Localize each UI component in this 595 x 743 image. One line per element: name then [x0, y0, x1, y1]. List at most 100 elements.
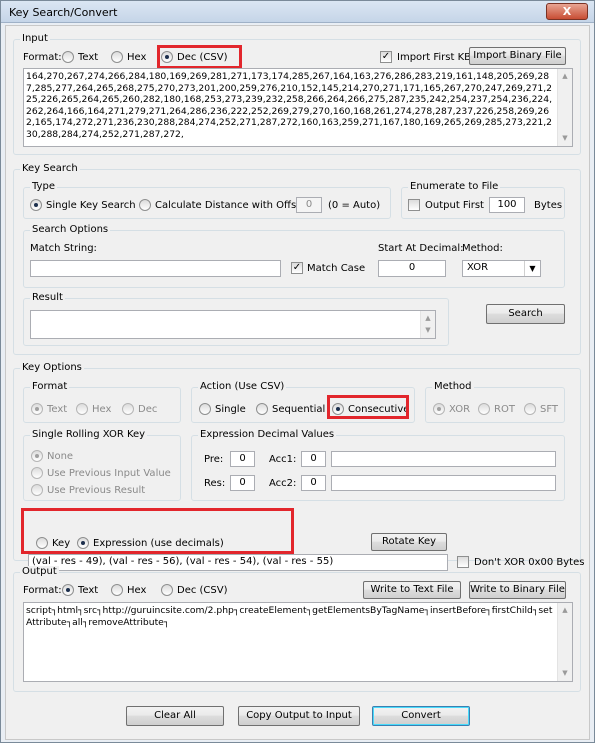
input-format-label: Format:	[23, 52, 62, 63]
highlight-box-dec-csv	[157, 45, 242, 69]
action-single-label: Single	[215, 404, 246, 415]
scroll-up-icon[interactable]: ▲	[558, 603, 572, 618]
rolling-xor-group: Single Rolling XOR Key None Use Previous…	[23, 429, 181, 501]
match-string-input[interactable]	[30, 260, 281, 277]
rolling-prev-result-radio[interactable]	[31, 484, 43, 496]
input-text: 164,270,267,274,266,284,180,169,269,281,…	[26, 71, 553, 140]
highlight-box-expression	[21, 508, 294, 554]
action-sequential-radio[interactable]	[256, 403, 268, 415]
input-legend: Input	[20, 33, 50, 45]
calculate-distance-label: Calculate Distance with Offset:	[155, 200, 310, 211]
key-method-sft-radio[interactable]	[524, 403, 536, 415]
write-text-file-button[interactable]: Write to Text File	[363, 581, 461, 599]
copy-output-button[interactable]: Copy Output to Input	[238, 706, 360, 726]
key-method-group: Method XOR ROT SFT	[425, 381, 565, 423]
rolling-none-radio[interactable]	[31, 450, 43, 462]
close-button[interactable]: X	[546, 3, 588, 20]
output-format-label: Format:	[23, 585, 62, 596]
acc1-label: Acc1:	[269, 454, 297, 465]
auto-note: (0 = Auto)	[328, 200, 381, 211]
expression-values-legend: Expression Decimal Values	[198, 429, 337, 441]
output-format-hex-label: Hex	[127, 585, 147, 596]
key-method-xor-radio[interactable]	[433, 403, 445, 415]
output-format-hex-radio[interactable]	[111, 584, 123, 596]
rolling-prev-input-radio[interactable]	[31, 467, 43, 479]
action-sequential-label: Sequential	[272, 404, 326, 415]
input-textarea[interactable]: 164,270,267,274,266,284,180,169,269,281,…	[23, 68, 573, 147]
key-method-sft-label: SFT	[540, 404, 559, 415]
scroll-down-icon[interactable]: ▼	[421, 323, 435, 338]
output-first-checkbox[interactable]	[408, 199, 420, 211]
start-at-label: Start At Decimal:	[378, 243, 464, 254]
highlight-box-consecutive	[327, 395, 409, 419]
offset-input[interactable]: 0	[296, 197, 322, 213]
rolling-prev-result-label: Use Previous Result	[47, 485, 146, 496]
start-at-input[interactable]: 0	[378, 260, 446, 277]
app-window: Key Search/Convert X Input Format: Text …	[0, 0, 595, 743]
pre-input[interactable]: 0	[230, 451, 255, 467]
acc1-input[interactable]: 0	[301, 451, 326, 467]
title-bar[interactable]: Key Search/Convert X	[1, 1, 594, 23]
res-input[interactable]: 0	[230, 475, 255, 491]
output-first-label: Output First	[425, 200, 484, 211]
write-binary-file-button[interactable]: Write to Binary File	[469, 581, 566, 599]
rolling-none-label: None	[47, 451, 74, 462]
scroll-up-icon[interactable]: ▲	[558, 69, 572, 84]
method-select-value: XOR	[467, 262, 489, 273]
output-textarea[interactable]: script┐html┐src┐http://guruincsite.com/2…	[23, 602, 573, 682]
clear-all-button[interactable]: Clear All	[126, 706, 224, 726]
key-method-xor-label: XOR	[449, 404, 471, 415]
import-first-kb-checkbox[interactable]: ✓	[380, 51, 392, 63]
action-group: Action (Use CSV) Single Sequential Conse…	[191, 381, 415, 423]
match-string-label: Match String:	[30, 243, 97, 254]
method-select[interactable]: XOR ▼	[462, 260, 541, 277]
acc1-expression-input[interactable]	[331, 451, 556, 467]
input-scrollbar[interactable]: ▲ ▼	[557, 69, 572, 146]
res-label: Res:	[204, 478, 226, 489]
scroll-down-icon[interactable]: ▼	[558, 131, 572, 146]
input-format-hex-radio[interactable]	[111, 51, 123, 63]
key-format-hex-radio[interactable]	[76, 403, 88, 415]
result-scrollbar[interactable]: ▲ ▼	[420, 311, 435, 338]
search-button[interactable]: Search	[486, 304, 565, 324]
output-first-input[interactable]: 100	[489, 197, 525, 213]
key-format-legend: Format	[30, 381, 70, 393]
import-binary-button[interactable]: Import Binary File	[469, 47, 566, 65]
input-format-text-label: Text	[78, 52, 99, 63]
rolling-xor-legend: Single Rolling XOR Key	[30, 429, 148, 441]
acc2-expression-input[interactable]	[331, 475, 556, 491]
output-format-dec-label: Dec (CSV)	[177, 585, 228, 596]
bytes-label: Bytes	[534, 200, 563, 211]
output-format-dec-radio[interactable]	[161, 584, 173, 596]
expression-input[interactable]: (val - res - 49), (val - res - 56), (val…	[28, 554, 448, 571]
rolling-prev-input-label: Use Previous Input Value	[47, 468, 171, 479]
output-format-text-radio[interactable]	[62, 584, 74, 596]
key-format-text-radio[interactable]	[31, 403, 43, 415]
key-method-legend: Method	[432, 381, 474, 393]
result-textarea[interactable]: ▲ ▼	[30, 310, 436, 339]
key-method-rot-radio[interactable]	[478, 403, 490, 415]
dont-xor-checkbox[interactable]	[457, 556, 469, 568]
output-format-text-label: Text	[78, 585, 99, 596]
key-format-dec-radio[interactable]	[122, 403, 134, 415]
expression-values-group: Expression Decimal Values Pre: 0 Acc1: 0…	[191, 429, 565, 501]
input-format-text-radio[interactable]	[62, 51, 74, 63]
calculate-distance-radio[interactable]	[139, 199, 151, 211]
single-key-search-radio[interactable]	[30, 199, 42, 211]
rotate-key-button[interactable]: Rotate Key	[371, 533, 447, 551]
match-case-checkbox[interactable]: ✓	[291, 262, 303, 274]
chevron-down-icon[interactable]: ▼	[524, 261, 540, 276]
search-options-legend: Search Options	[30, 224, 111, 236]
key-format-text-label: Text	[47, 404, 68, 415]
acc2-input[interactable]: 0	[301, 475, 326, 491]
action-legend: Action (Use CSV)	[198, 381, 287, 393]
result-group: Result ▲ ▼	[23, 292, 449, 346]
key-format-dec-label: Dec	[138, 404, 158, 415]
type-group: Type Single Key Search Calculate Distanc…	[23, 181, 391, 219]
output-scrollbar[interactable]: ▲ ▼	[557, 603, 572, 681]
scroll-down-icon[interactable]: ▼	[558, 666, 572, 681]
convert-button[interactable]: Convert	[372, 706, 470, 726]
key-format-group: Format Text Hex Dec	[23, 381, 181, 423]
action-single-radio[interactable]	[199, 403, 211, 415]
import-first-kb-label: Import First KB	[397, 52, 472, 63]
